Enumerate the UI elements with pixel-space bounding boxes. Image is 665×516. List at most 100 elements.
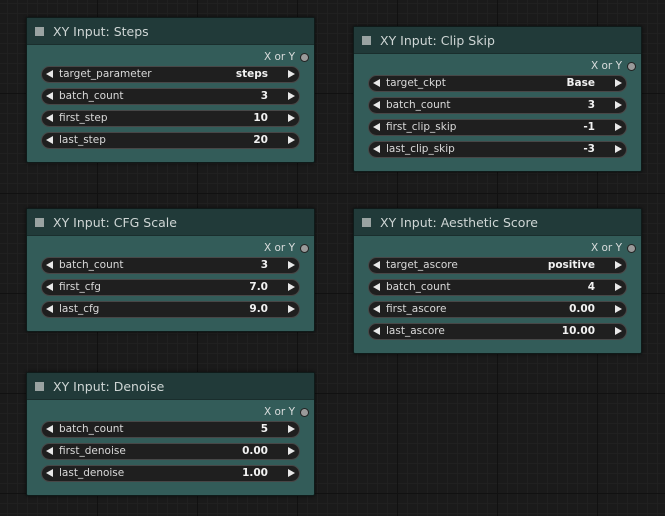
- collapse-toggle-icon[interactable]: [362, 217, 371, 227]
- increment-arrow-icon[interactable]: [615, 101, 622, 109]
- widget-value[interactable]: 1.00: [242, 467, 268, 479]
- collapse-toggle-icon[interactable]: [35, 217, 44, 227]
- widget-last-clip-skip[interactable]: last_clip_skip -3: [368, 141, 627, 158]
- decrement-arrow-icon[interactable]: [373, 283, 380, 291]
- decrement-arrow-icon[interactable]: [46, 261, 53, 269]
- widget-value[interactable]: 10.00: [562, 325, 595, 337]
- widget-batch-count[interactable]: batch_count 3: [368, 97, 627, 114]
- widget-value[interactable]: 5: [261, 423, 268, 435]
- collapse-toggle-icon[interactable]: [35, 381, 44, 391]
- widget-value[interactable]: 0.00: [242, 445, 268, 457]
- increment-arrow-icon[interactable]: [288, 114, 295, 122]
- decrement-arrow-icon[interactable]: [46, 305, 53, 313]
- widget-value[interactable]: 3: [261, 259, 268, 271]
- decrement-arrow-icon[interactable]: [46, 114, 53, 122]
- decrement-arrow-icon[interactable]: [46, 425, 53, 433]
- increment-arrow-icon[interactable]: [615, 123, 622, 131]
- node-title: XY Input: Denoise: [53, 378, 165, 394]
- output-connector-icon[interactable]: [301, 245, 308, 252]
- output-slot: X or Y: [27, 240, 314, 257]
- increment-arrow-icon[interactable]: [288, 261, 295, 269]
- output-label: X or Y: [263, 406, 295, 418]
- widget-value[interactable]: steps: [236, 68, 268, 80]
- widget-last-ascore[interactable]: last_ascore 10.00: [368, 323, 627, 340]
- widget-batch-count[interactable]: batch_count 5: [41, 421, 300, 438]
- decrement-arrow-icon[interactable]: [46, 469, 53, 477]
- widget-target-ckpt[interactable]: target_ckpt Base: [368, 75, 627, 92]
- widget-first-cfg[interactable]: first_cfg 7.0: [41, 279, 300, 296]
- widget-value[interactable]: 3: [261, 90, 268, 102]
- widget-value[interactable]: -1: [583, 121, 595, 133]
- increment-arrow-icon[interactable]: [288, 305, 295, 313]
- widget-last-denoise[interactable]: last_denoise 1.00: [41, 465, 300, 482]
- increment-arrow-icon[interactable]: [615, 283, 622, 291]
- increment-arrow-icon[interactable]: [288, 70, 295, 78]
- collapse-toggle-icon[interactable]: [35, 26, 44, 36]
- increment-arrow-icon[interactable]: [288, 283, 295, 291]
- widget-first-clip-skip[interactable]: first_clip_skip -1: [368, 119, 627, 136]
- node-xy-input-clip-skip[interactable]: XY Input: Clip Skip X or Y target_ckpt B…: [353, 26, 642, 172]
- widget-label: last_cfg: [59, 303, 100, 315]
- widget-value[interactable]: 7.0: [249, 281, 268, 293]
- widget-value[interactable]: 0.00: [569, 303, 595, 315]
- node-header[interactable]: XY Input: Aesthetic Score: [354, 209, 641, 236]
- increment-arrow-icon[interactable]: [615, 305, 622, 313]
- widget-value[interactable]: 4: [588, 281, 595, 293]
- widget-value[interactable]: Base: [567, 77, 595, 89]
- widget-last-cfg[interactable]: last_cfg 9.0: [41, 301, 300, 318]
- collapse-toggle-icon[interactable]: [362, 35, 371, 45]
- increment-arrow-icon[interactable]: [288, 92, 295, 100]
- node-xy-input-cfg-scale[interactable]: XY Input: CFG Scale X or Y batch_count 3…: [26, 208, 315, 332]
- decrement-arrow-icon[interactable]: [46, 283, 53, 291]
- node-header[interactable]: XY Input: Clip Skip: [354, 27, 641, 54]
- widget-value[interactable]: 9.0: [249, 303, 268, 315]
- widget-last-step[interactable]: last_step 20: [41, 132, 300, 149]
- decrement-arrow-icon[interactable]: [46, 92, 53, 100]
- output-connector-icon[interactable]: [628, 245, 635, 252]
- node-title: XY Input: CFG Scale: [53, 214, 177, 230]
- node-header[interactable]: XY Input: CFG Scale: [27, 209, 314, 236]
- output-slot: X or Y: [354, 58, 641, 75]
- widget-batch-count[interactable]: batch_count 4: [368, 279, 627, 296]
- decrement-arrow-icon[interactable]: [373, 305, 380, 313]
- node-xy-input-steps[interactable]: XY Input: Steps X or Y target_parameter …: [26, 17, 315, 163]
- widget-value[interactable]: 20: [253, 134, 268, 146]
- widget-first-step[interactable]: first_step 10: [41, 110, 300, 127]
- decrement-arrow-icon[interactable]: [46, 136, 53, 144]
- node-xy-input-denoise[interactable]: XY Input: Denoise X or Y batch_count 5 f…: [26, 372, 315, 496]
- output-connector-icon[interactable]: [301, 409, 308, 416]
- increment-arrow-icon[interactable]: [615, 79, 622, 87]
- node-header[interactable]: XY Input: Steps: [27, 18, 314, 45]
- decrement-arrow-icon[interactable]: [46, 447, 53, 455]
- increment-arrow-icon[interactable]: [288, 136, 295, 144]
- node-xy-input-aesthetic-score[interactable]: XY Input: Aesthetic Score X or Y target_…: [353, 208, 642, 354]
- node-header[interactable]: XY Input: Denoise: [27, 373, 314, 400]
- decrement-arrow-icon[interactable]: [373, 101, 380, 109]
- output-connector-icon[interactable]: [301, 54, 308, 61]
- decrement-arrow-icon[interactable]: [373, 123, 380, 131]
- decrement-arrow-icon[interactable]: [373, 145, 380, 153]
- widget-value[interactable]: -3: [583, 143, 595, 155]
- increment-arrow-icon[interactable]: [288, 425, 295, 433]
- increment-arrow-icon[interactable]: [288, 447, 295, 455]
- widget-batch-count[interactable]: batch_count 3: [41, 88, 300, 105]
- decrement-arrow-icon[interactable]: [373, 327, 380, 335]
- increment-arrow-icon[interactable]: [288, 469, 295, 477]
- widget-first-denoise[interactable]: first_denoise 0.00: [41, 443, 300, 460]
- widget-target-parameter[interactable]: target_parameter steps: [41, 66, 300, 83]
- decrement-arrow-icon[interactable]: [373, 261, 380, 269]
- widget-value[interactable]: 3: [588, 99, 595, 111]
- widget-first-ascore[interactable]: first_ascore 0.00: [368, 301, 627, 318]
- widget-target-ascore[interactable]: target_ascore positive: [368, 257, 627, 274]
- output-connector-icon[interactable]: [628, 63, 635, 70]
- output-label: X or Y: [263, 51, 295, 63]
- increment-arrow-icon[interactable]: [615, 327, 622, 335]
- widget-label: first_denoise: [59, 445, 126, 457]
- increment-arrow-icon[interactable]: [615, 261, 622, 269]
- widget-value[interactable]: 10: [253, 112, 268, 124]
- decrement-arrow-icon[interactable]: [46, 70, 53, 78]
- increment-arrow-icon[interactable]: [615, 145, 622, 153]
- widget-value[interactable]: positive: [548, 259, 595, 271]
- decrement-arrow-icon[interactable]: [373, 79, 380, 87]
- widget-batch-count[interactable]: batch_count 3: [41, 257, 300, 274]
